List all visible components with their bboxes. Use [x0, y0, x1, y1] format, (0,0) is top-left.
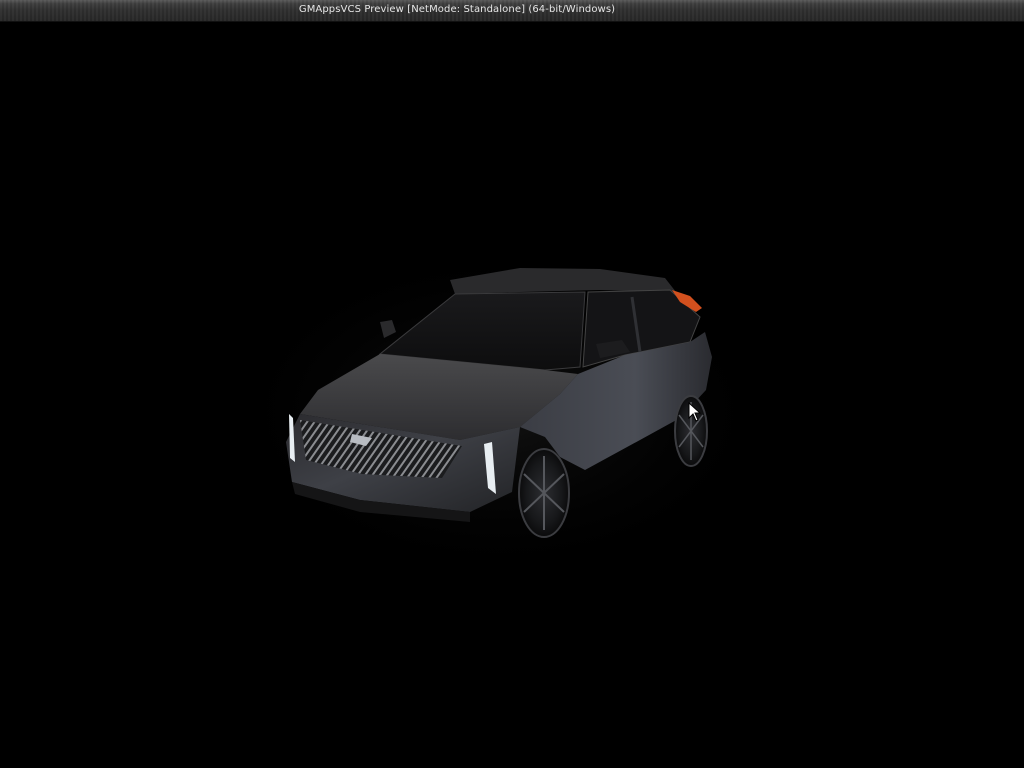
- app-window: GMAppsVCS Preview [NetMode: Standalone] …: [0, 0, 1024, 768]
- game-viewport[interactable]: [0, 22, 1024, 768]
- arrow-cursor-icon: [688, 402, 702, 422]
- vehicle-3d-model[interactable]: [0, 22, 1024, 768]
- window-title-bar[interactable]: GMAppsVCS Preview [NetMode: Standalone] …: [0, 0, 1024, 22]
- window-title: GMAppsVCS Preview [NetMode: Standalone] …: [298, 4, 616, 15]
